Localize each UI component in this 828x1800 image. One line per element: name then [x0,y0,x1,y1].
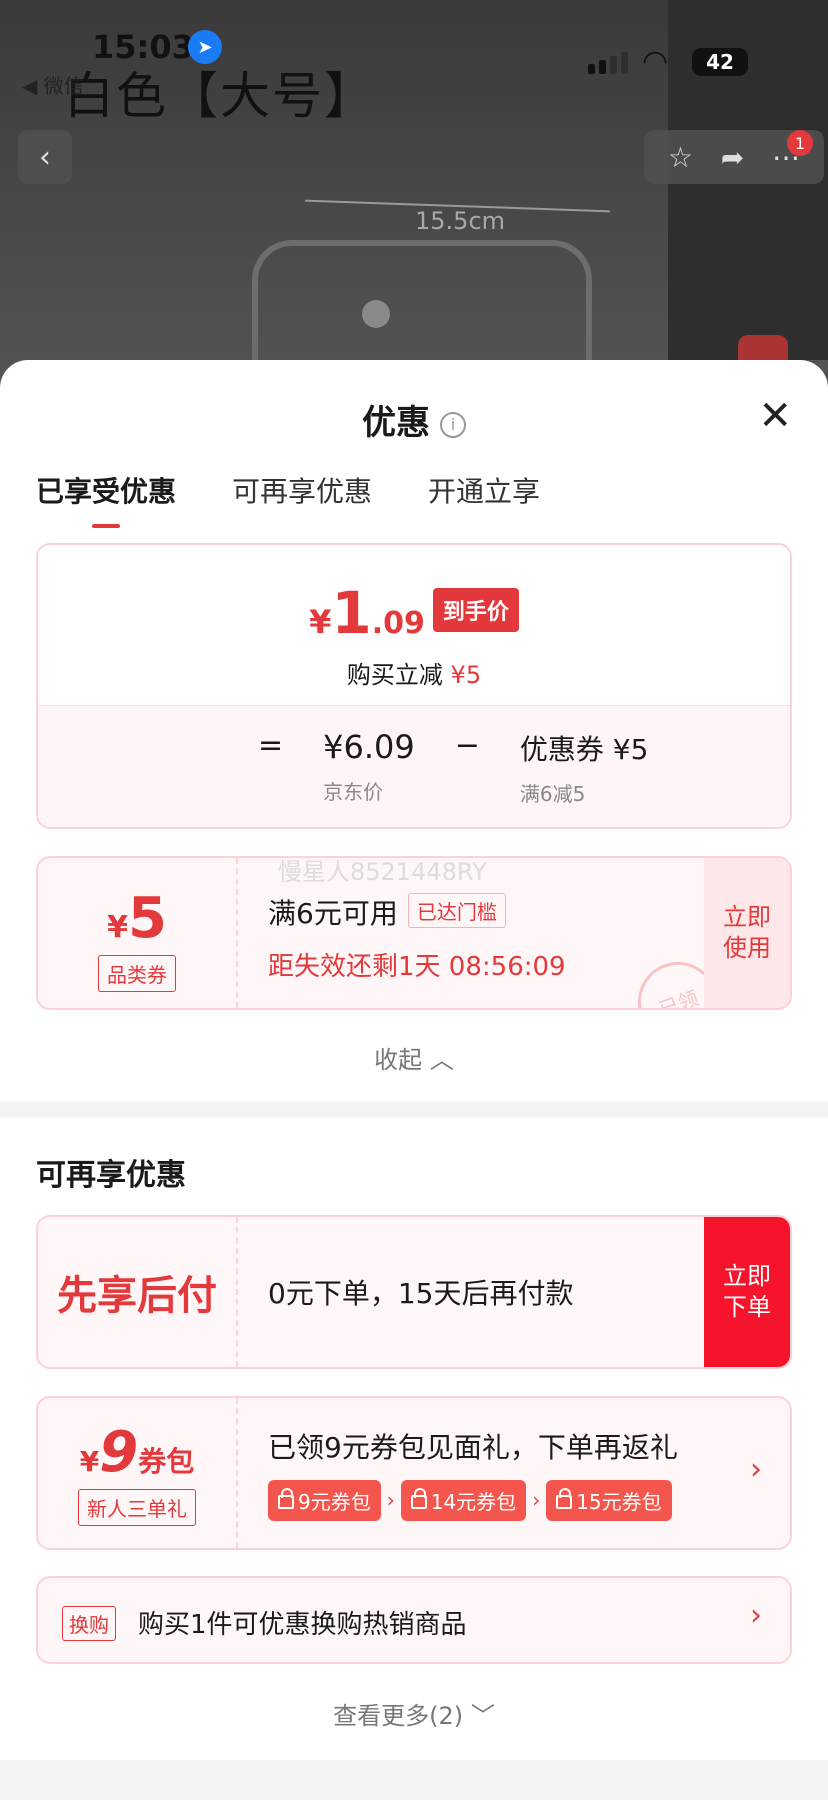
threshold-tag: 已达门槛 [407,893,506,928]
see-more-label: 查看更多(2) [333,1702,464,1730]
coupon-condition-text: 满6元可用 [268,897,398,930]
hand-price-tag: 到手价 [432,588,519,632]
pay-later-title: 先享后付 [57,1273,217,1319]
package-unit: 券包 [138,1445,195,1478]
save-text: 购买立减 [346,661,443,689]
coupon-yen: ¥ [107,910,128,945]
pay-later-card: 先享后付 0元下单，15天后再付款 立即下单 [36,1215,792,1369]
package-yen: ¥ [79,1445,100,1478]
instant-discount-line: 购买立减 ¥5 [38,655,790,690]
wifi-icon: ◠ [642,44,669,79]
coupon-condition: 满6元可用 已达门槛 [268,892,566,932]
lock-icon [410,1488,427,1509]
package-chip: 9元券包 [268,1479,381,1521]
coupon-amount: ¥5 [38,886,236,951]
chevron-up-icon: ︿ [429,1046,454,1074]
package-chip-label: 9元券包 [298,1489,371,1514]
section-divider [0,1102,828,1118]
package-number: 9 [99,1420,139,1485]
favorite-star-icon[interactable]: ☆ [668,141,693,174]
final-price: ¥1.09 到手价 [38,579,790,647]
coupon-amount-block: ¥5 品类券 [38,858,238,1008]
exchange-tag: 换购 [62,1606,116,1641]
watermark: 慢星人8521448RY [278,858,487,886]
exchange-text: 购买1件可优惠换购热销商品 [138,1610,467,1640]
equals-sign: = [258,728,284,763]
lock-icon [556,1488,573,1509]
coupon-type-tag: 品类券 [98,955,176,992]
pay-later-details: 0元下单，15天后再付款 [268,1217,573,1367]
close-icon[interactable]: ✕ [758,396,792,436]
new-user-tag: 新人三单礼 [78,1489,196,1526]
back-button[interactable]: ‹ [18,130,72,184]
sheet-header: 优惠 i [0,395,828,444]
coupon-package-chips: 9元券包 › 14元券包 › 15元券包 [268,1479,678,1521]
category-coupon-card: 慢星人8521448RY ¥5 品类券 满6元可用 已达门槛 距失效还剩1天 08… [36,856,792,1010]
tab-activate-offers[interactable]: 开通立享 [428,470,540,510]
status-bar: 15:03 ➤ ◀ 微信 ◠ 42 [0,0,828,100]
collapse-label: 收起 [374,1046,423,1074]
message-badge: 1 [787,130,813,156]
coupon-package-details: 已领9元券包见面礼，下单再返礼 9元券包 › 14元券包 › 15元券包 [268,1398,678,1548]
offer-tabs: 已享受优惠 可再享优惠 开通立享 [36,470,540,528]
use-coupon-button[interactable]: 立即使用 [704,858,790,1008]
chevron-right-icon[interactable]: › [750,1452,762,1487]
bottom-spacer [0,1760,828,1800]
info-icon[interactable]: i [440,411,466,438]
order-now-button[interactable]: 立即下单 [704,1217,790,1367]
price-equation: = ¥6.09 京东价 − 优惠券 ¥5 满6减5 [258,728,648,807]
chevron-right-icon: › [386,1488,395,1512]
mirror-bulb [362,300,390,328]
price-yen: ¥ [309,603,332,641]
pay-later-desc: 0元下单，15天后再付款 [268,1277,574,1310]
price-summary: ¥1.09 到手价 购买立减 ¥5 [38,545,790,705]
coupon-package-title: 已领9元券包见面礼，下单再返礼 [268,1430,678,1464]
package-chip: 14元券包 [400,1479,527,1521]
package-chip: 15元券包 [546,1479,672,1521]
pay-later-title-block: 先享后付 [38,1217,238,1367]
package-chip-label: 14元券包 [430,1489,517,1514]
more-offers-title: 可再享优惠 [36,1158,186,1193]
collapse-button[interactable]: 收起 ︿ [0,1040,828,1075]
exchange-offer-card[interactable]: 换购 购买1件可优惠换购热销商品 › [36,1576,792,1664]
back-to-app-link[interactable]: ◀ 微信 [22,70,84,99]
chevron-right-icon[interactable]: › [750,1598,762,1633]
coupon-details: 满6元可用 已达门槛 距失效还剩1天 08:56:09 [268,892,566,983]
package-chip-label: 15元券包 [576,1489,662,1514]
final-price-card: ¥1.09 到手价 购买立减 ¥5 = ¥6.09 京东价 − 优惠券 ¥5 满6… [36,543,792,829]
tab-enjoyed-offers[interactable]: 已享受优惠 [36,470,176,528]
jd-price-col: ¥6.09 京东价 [323,728,415,805]
offers-sheet: 优惠 i ✕ 已享受优惠 可再享优惠 开通立享 ¥1.09 到手价 购买立减 ¥5 … [0,360,828,1800]
price-breakdown: = ¥6.09 京东价 − 优惠券 ¥5 满6减5 [38,705,790,827]
tab-more-offers[interactable]: 可再享优惠 [232,470,372,510]
minus-sign: − [454,728,480,763]
status-time: 15:03 [92,28,194,66]
coupon-package-amount: ¥9券包 [80,1420,194,1485]
coupon-number: 5 [127,886,167,951]
lock-icon [278,1488,294,1509]
save-amount: ¥5 [450,661,482,689]
coupon-discount-col: 优惠券 ¥5 满6减5 [520,728,649,807]
battery-icon: 42 [692,48,748,76]
sheet-title: 优惠 [362,403,430,443]
location-arrow-icon: ➤ [188,30,222,64]
coupon-expire-countdown: 距失效还剩1天 08:56:09 [268,952,566,982]
jd-price: ¥6.09 [323,728,415,766]
price-integer: 1 [331,579,372,647]
coupon-discount-value: 优惠券 ¥5 [519,733,649,766]
chevron-down-icon: ﹀ [470,1702,495,1730]
cellular-signal-icon [588,52,628,74]
price-decimal: .09 [371,606,425,641]
coupon-rule: 满6减5 [519,782,586,806]
chevron-right-icon: › [532,1488,541,1512]
coupon-package-card[interactable]: ¥9券包 新人三单礼 已领9元券包见面礼，下单再返礼 9元券包 › 14元券包 … [36,1396,792,1550]
see-more-button[interactable]: 查看更多(2) ﹀ [0,1696,828,1731]
share-icon[interactable]: ➦ [721,141,744,174]
jd-price-label: 京东价 [323,780,384,804]
dimension-label: 15.5cm [415,207,506,235]
coupon-package-amount-block: ¥9券包 新人三单礼 [38,1398,238,1548]
